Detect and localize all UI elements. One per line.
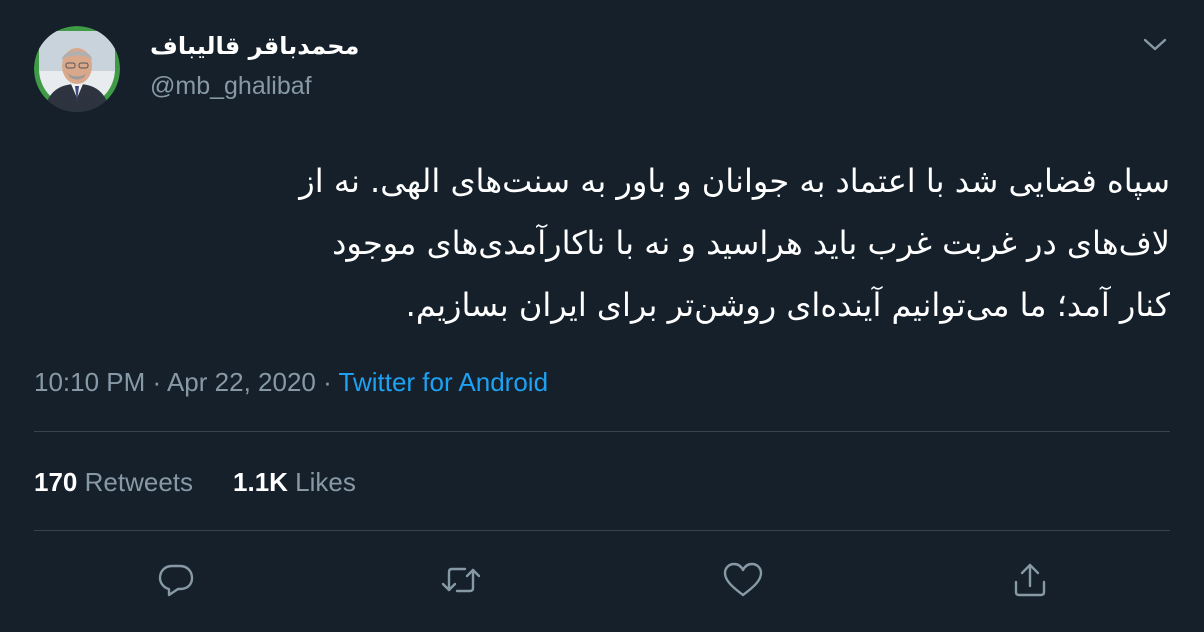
retweets-label: Retweets <box>84 467 194 497</box>
tweet-text: سپاه فضایی شد با اعتماد به جوانان و باور… <box>34 150 1170 336</box>
divider <box>34 530 1170 531</box>
tweet-source-link[interactable]: Twitter for Android <box>339 367 549 397</box>
tweet-card: محمدباقر قالیباف @mb_ghalibaf سپاه فضایی… <box>0 0 1204 632</box>
author-handle[interactable]: @mb_ghalibaf <box>150 70 312 102</box>
tweet-line: سپاه فضایی شد با اعتماد به جوانان و باور… <box>299 162 1170 200</box>
tweet-line: لاف‌های در غربت غرب باید هراسید و نه با … <box>332 224 1170 262</box>
share-icon[interactable] <box>1006 556 1054 604</box>
likes-count: 1.1K <box>233 467 288 497</box>
author-display-name[interactable]: محمدباقر قالیباف <box>150 29 359 63</box>
chevron-down-icon[interactable] <box>1138 30 1172 60</box>
tweet-date[interactable]: Apr 22, 2020 <box>167 367 316 397</box>
retweets-stat[interactable]: 170 Retweets <box>34 464 193 500</box>
likes-stat[interactable]: 1.1K Likes <box>233 464 356 500</box>
tweet-time[interactable]: 10:10 PM <box>34 367 145 397</box>
meta-separator: · <box>145 367 167 397</box>
tweet-line: کنار آمد؛ ما می‌توانیم آینده‌ای روشن‌تر … <box>405 286 1170 324</box>
reply-icon[interactable] <box>152 556 200 604</box>
tweet-meta: 10:10 PM · Apr 22, 2020 · Twitter for An… <box>34 364 548 400</box>
like-icon[interactable] <box>719 556 767 604</box>
retweets-count: 170 <box>34 467 78 497</box>
meta-separator: · <box>315 367 339 397</box>
tweet-actions <box>0 556 1204 604</box>
divider <box>34 431 1170 432</box>
likes-label: Likes <box>295 467 356 497</box>
retweet-icon[interactable] <box>437 556 485 604</box>
avatar-photo-icon <box>34 26 120 112</box>
avatar[interactable] <box>34 26 120 112</box>
tweet-stats: 170 Retweets 1.1K Likes <box>34 464 356 500</box>
